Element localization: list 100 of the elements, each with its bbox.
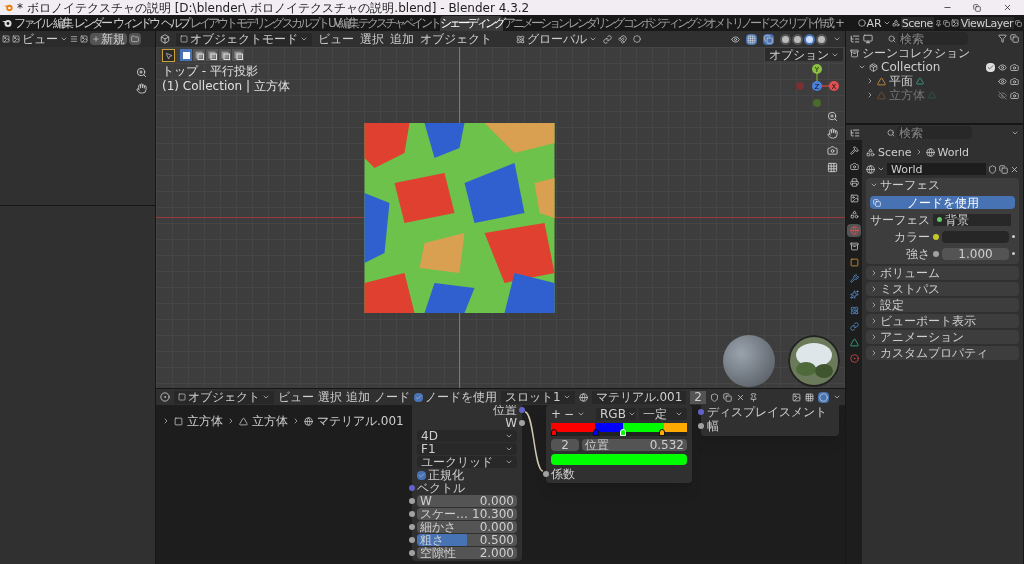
- panel-header[interactable]: ビューポート表示: [866, 314, 1019, 328]
- number-field[interactable]: 空隙性 2.000: [417, 547, 517, 559]
- properties-tab[interactable]: [847, 240, 861, 253]
- mode-dropdown[interactable]: オブジェクトモード: [176, 32, 312, 46]
- link-icon[interactable]: [603, 34, 612, 44]
- menu-item[interactable]: オブジェクト: [420, 33, 492, 45]
- shield-icon[interactable]: [710, 392, 719, 402]
- open-image-button[interactable]: [129, 33, 141, 45]
- slot-dropdown[interactable]: スロット1: [501, 390, 575, 404]
- stop-index-field[interactable]: 2: [551, 439, 579, 451]
- list-tree-icon[interactable]: [850, 127, 860, 138]
- panel-header[interactable]: ミストパス: [866, 282, 1019, 296]
- select-mode-button[interactable]: [219, 49, 231, 61]
- menu-item[interactable]: レンダー: [73, 17, 111, 29]
- menu-item[interactable]: ビュー: [318, 33, 354, 45]
- number-field[interactable]: スケー… 10.300: [417, 508, 517, 520]
- camera-icon[interactable]: [827, 145, 838, 156]
- menu-item[interactable]: 選択: [318, 391, 342, 403]
- grid-icon[interactable]: [805, 392, 814, 402]
- surface-field[interactable]: 背景: [933, 213, 1011, 226]
- ramp-stop-handle[interactable]: [658, 429, 665, 436]
- properties-tab[interactable]: [847, 320, 861, 333]
- world-name-field[interactable]: World: [887, 163, 986, 175]
- overlay-toggle[interactable]: [818, 391, 829, 403]
- properties-tab[interactable]: [847, 208, 861, 221]
- globe-icon[interactable]: [866, 164, 875, 174]
- panel-header[interactable]: サーフェス: [866, 178, 1019, 192]
- copy-icon[interactable]: [1010, 34, 1019, 43]
- image-icon[interactable]: [792, 392, 801, 402]
- monitor-icon[interactable]: [863, 33, 873, 44]
- camera-icon[interactable]: [1010, 76, 1019, 86]
- shield-icon[interactable]: [988, 164, 997, 174]
- panel-header[interactable]: アニメーション: [866, 330, 1019, 344]
- select-mode-button[interactable]: [206, 49, 218, 61]
- panel-header[interactable]: 設定: [866, 298, 1019, 312]
- properties-tab[interactable]: [847, 288, 861, 301]
- panel-header[interactable]: カスタムプロパティ: [866, 346, 1019, 360]
- expand-toggle[interactable]: [858, 63, 866, 71]
- view-menu[interactable]: ビュー: [22, 33, 58, 45]
- properties-tab[interactable]: [847, 256, 861, 269]
- zoom-icon[interactable]: [136, 67, 147, 78]
- orientation-dropdown[interactable]: グローバル: [516, 33, 597, 45]
- properties-tab[interactable]: [847, 352, 861, 365]
- workspace-tab[interactable]: スクリプト作成: [769, 15, 832, 31]
- close-icon[interactable]: [736, 392, 745, 402]
- menu-item[interactable]: 追加: [390, 33, 414, 45]
- menu-item[interactable]: ビュー: [278, 391, 314, 403]
- hand-icon[interactable]: [136, 83, 147, 94]
- menu-item[interactable]: 編集: [52, 17, 72, 29]
- menu-item[interactable]: ファイル: [13, 17, 51, 29]
- ramp-stop-handle[interactable]: [592, 429, 599, 436]
- node-dropdown[interactable]: F1: [417, 443, 517, 455]
- menu-item[interactable]: 追加: [346, 391, 370, 403]
- node-dropdown[interactable]: ユークリッド: [417, 456, 517, 468]
- color-swatch[interactable]: [551, 454, 687, 465]
- cube-icon[interactable]: [160, 34, 170, 44]
- pin-icon[interactable]: [749, 392, 758, 402]
- image-icon[interactable]: [80, 35, 88, 43]
- ramp-button[interactable]: −: [564, 408, 574, 420]
- properties-tab[interactable]: [847, 176, 861, 189]
- overlay-toggle[interactable]: [746, 33, 757, 45]
- properties-tab[interactable]: [847, 160, 861, 173]
- visibility-toggle[interactable]: [998, 76, 1007, 86]
- outliner-item[interactable]: シーンコレクション: [862, 47, 970, 59]
- filter-icon[interactable]: [998, 34, 1007, 43]
- search-field[interactable]: 検索: [898, 32, 968, 45]
- workspace-tab[interactable]: レイアウト: [190, 15, 235, 31]
- color-mode-dropdown[interactable]: RGB: [596, 408, 636, 420]
- copy-icon[interactable]: [723, 392, 732, 402]
- properties-tab[interactable]: [847, 224, 861, 237]
- workspace-tab[interactable]: レンダリング: [568, 15, 622, 31]
- menu-item[interactable]: ヘルプ: [160, 17, 189, 29]
- properties-tab[interactable]: [847, 336, 861, 349]
- outliner-item[interactable]: Collection: [881, 61, 941, 73]
- copy-icon[interactable]: [999, 164, 1008, 174]
- select-mode-button[interactable]: [193, 49, 205, 61]
- circle-icon[interactable]: [633, 35, 641, 43]
- checkbox[interactable]: [986, 62, 995, 72]
- eye-icon[interactable]: [731, 34, 740, 44]
- panel-header[interactable]: ボリューム: [866, 266, 1019, 280]
- outliner-item[interactable]: 平面: [889, 75, 913, 87]
- ramp-stop-handle[interactable]: [551, 429, 557, 436]
- properties-tab[interactable]: [847, 272, 861, 285]
- expand-toggle[interactable]: [866, 77, 874, 85]
- properties-tab[interactable]: [847, 192, 861, 205]
- new-image-button[interactable]: 新規: [90, 33, 127, 45]
- node-dropdown[interactable]: 4D: [417, 430, 517, 442]
- position-field[interactable]: 位置 0.532: [582, 439, 687, 451]
- view-layer-field[interactable]: ViewLayer: [959, 17, 1014, 29]
- zoom-icon[interactable]: [827, 111, 838, 122]
- scene-field[interactable]: Scene: [900, 17, 934, 29]
- number-field[interactable]: W 0.000: [417, 495, 517, 507]
- visibility-toggle[interactable]: [998, 62, 1007, 72]
- list-tree-icon[interactable]: [850, 33, 860, 44]
- search-field[interactable]: 検索: [897, 126, 972, 139]
- circle-dot-icon[interactable]: [160, 392, 170, 402]
- image-icon[interactable]: [2, 35, 10, 43]
- image-icon[interactable]: [12, 35, 20, 43]
- workspace-tab[interactable]: シェーディング: [440, 15, 503, 31]
- add-workspace-button[interactable]: +: [833, 17, 848, 29]
